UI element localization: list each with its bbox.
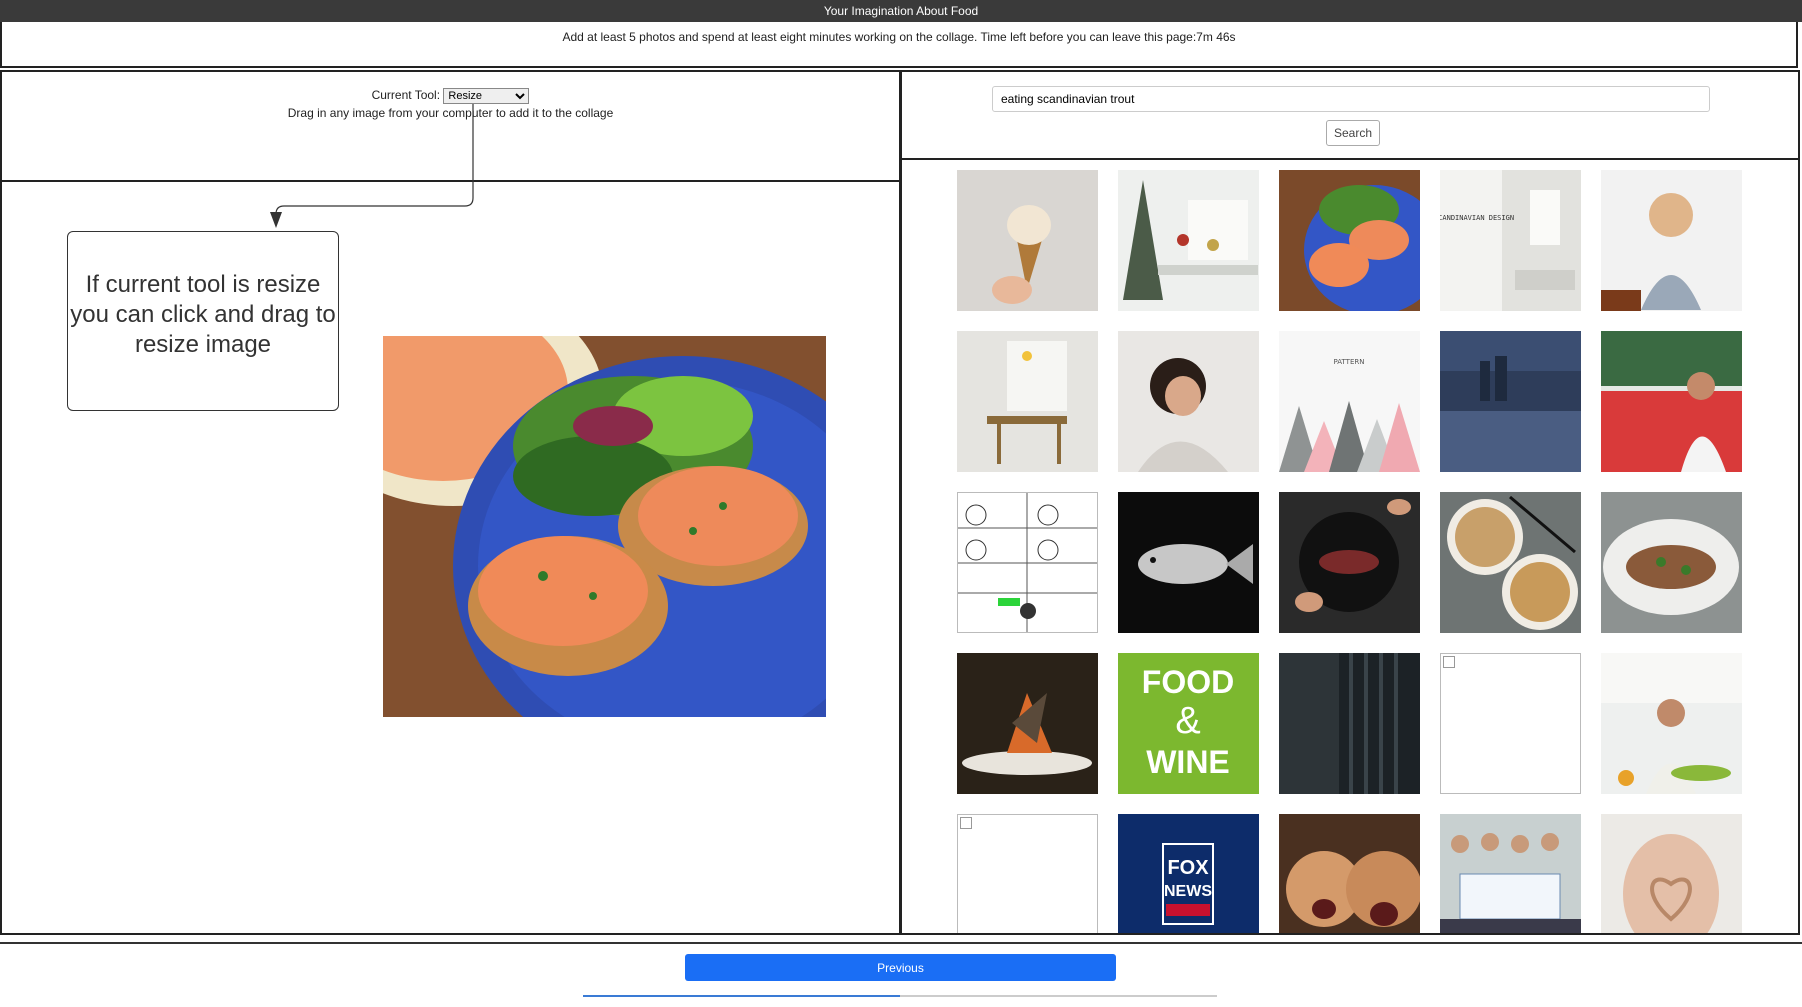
svg-text:NEWS: NEWS — [1164, 883, 1212, 900]
result-ice-cream-cone[interactable] — [957, 170, 1098, 311]
result-funny-faces[interactable] — [1279, 814, 1420, 933]
result-woman-thinking[interactable] — [1601, 170, 1742, 311]
instructions-text: Add at least 5 photos and spend at least… — [0, 22, 1798, 68]
progress-fill — [583, 995, 900, 997]
result-heart-hands[interactable] — [1601, 814, 1742, 933]
result-pan-cooking[interactable] — [1279, 492, 1420, 633]
result-broken-image[interactable] — [957, 814, 1098, 933]
search-results-panel[interactable]: SCANDINAVIAN DESIGN PATTERN FOOD & WINE … — [900, 158, 1800, 935]
svg-text:&: & — [1175, 700, 1200, 742]
result-dark-room[interactable] — [1279, 653, 1420, 794]
progress-track — [583, 995, 1217, 997]
previous-button[interactable]: Previous — [685, 954, 1116, 981]
resize-callout: If current tool is resize you can click … — [67, 231, 339, 411]
footer-divider — [0, 942, 1802, 944]
current-tool-label: Current Tool: — [371, 88, 441, 102]
result-group-check[interactable] — [1440, 814, 1581, 933]
window-title: Your Imagination About Food — [0, 0, 1802, 22]
result-woman-cafe[interactable] — [1601, 331, 1742, 472]
result-plated-dish[interactable] — [957, 653, 1098, 794]
collage-image-salmon[interactable] — [383, 336, 826, 717]
svg-text:WINE: WINE — [1146, 744, 1230, 780]
search-button[interactable]: Search — [1326, 120, 1380, 146]
result-comic-strip[interactable] — [957, 492, 1098, 633]
search-input[interactable] — [992, 86, 1710, 112]
result-salmon-plate[interactable] — [1279, 170, 1420, 311]
result-noodle-bowls[interactable] — [1440, 492, 1581, 633]
result-food-and-wine-logo[interactable]: FOOD & WINE — [1118, 653, 1259, 794]
result-chef-kitchen[interactable] — [1601, 653, 1742, 794]
result-city-harbor[interactable] — [1440, 331, 1581, 472]
result-broken-image[interactable] — [1440, 653, 1581, 794]
result-trout-fish[interactable] — [1118, 492, 1259, 633]
broken-image-icon — [960, 817, 972, 829]
pattern-cover-text: PATTERN — [1334, 358, 1365, 366]
result-scandinavian-design-cover[interactable]: SCANDINAVIAN DESIGN — [1440, 170, 1581, 311]
tool-row: Current Tool: Resize — [2, 88, 899, 104]
result-kitchen-interior[interactable] — [957, 331, 1098, 472]
result-fox-news-logo[interactable]: FOX NEWS — [1118, 814, 1259, 933]
svg-text:FOX: FOX — [1167, 857, 1209, 879]
search-panel: Search — [900, 70, 1800, 160]
drag-hint: Drag in any image from your computer to … — [287, 106, 614, 120]
scandinavian-cover-text: SCANDINAVIAN DESIGN — [1440, 214, 1514, 222]
result-winter-table[interactable] — [1118, 170, 1259, 311]
svg-text:FOOD: FOOD — [1142, 664, 1234, 700]
broken-image-icon — [1443, 656, 1455, 668]
tool-select[interactable]: Resize — [443, 88, 530, 104]
result-fish-dish[interactable] — [1601, 492, 1742, 633]
result-sad-woman[interactable] — [1118, 331, 1259, 472]
result-pattern-triangles[interactable]: PATTERN — [1279, 331, 1420, 472]
tool-panel: Current Tool: Resize Drag in any image f… — [0, 70, 901, 182]
